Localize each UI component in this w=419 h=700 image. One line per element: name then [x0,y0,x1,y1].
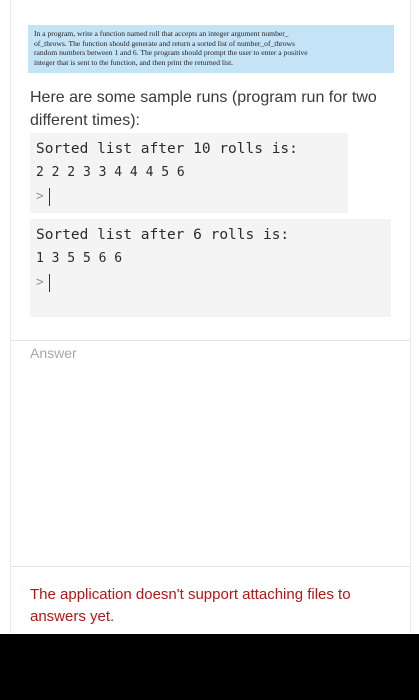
sample-run-2: Sorted list after 6 rolls is: 1 3 5 5 6 … [30,219,391,317]
sample-run-heading: Sorted list after 10 rolls is: [36,141,298,157]
sample-run-numbers: 2 2 2 3 3 4 4 4 5 6 [36,165,185,180]
answer-placeholder: Answer [30,345,77,361]
text-cursor [48,273,50,292]
question-line: of_throws. The function should generate … [34,38,295,48]
terminal-prompt: > [36,185,342,209]
divider [11,566,410,567]
question-prompt: In a program, write a function named rol… [28,25,394,73]
bottom-black-bar [0,634,419,700]
prompt-symbol: > [36,275,44,290]
question-line: integer that is sent to the function, an… [34,57,234,67]
sample-run-numbers: 1 3 5 5 6 6 [36,251,123,266]
sample-run-heading: Sorted list after 6 rolls is: [36,227,290,243]
answer-field[interactable] [11,341,410,566]
attachment-notice: The application doesn't support attachin… [30,586,351,625]
terminal-prompt: > [36,271,385,295]
prompt-symbol: > [36,189,44,204]
question-line: random numbers between 1 and 6. The prog… [34,48,308,58]
text-cursor [48,187,50,206]
intro-text: Here are some sample runs (program run f… [30,89,377,129]
question-line: In a program, write a function named rol… [34,29,289,38]
question-card: In a program, write a function named rol… [10,0,411,633]
sample-run-1: Sorted list after 10 rolls is: 2 2 2 3 3… [30,133,348,213]
